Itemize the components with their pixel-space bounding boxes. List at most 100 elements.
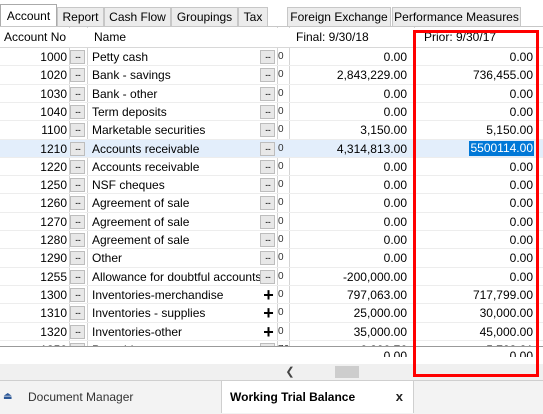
account-lookup-button[interactable]: ... [70, 178, 85, 193]
prior-cell[interactable]: 717,799.00 [418, 286, 537, 304]
account-name[interactable]: Marketable securities [88, 121, 260, 139]
account-lookup-button[interactable]: ... [70, 233, 85, 247]
account-name[interactable]: Accounts receivable [88, 158, 260, 176]
account-name[interactable]: Petty cash [88, 48, 260, 66]
scroll-thumb[interactable] [335, 366, 359, 378]
account-lookup-button[interactable]: ... [70, 159, 85, 174]
account-lookup-button[interactable]: ... [70, 287, 85, 302]
account-lookup-button[interactable]: ... [70, 214, 85, 229]
prior-cell[interactable]: 5,150.00 [418, 121, 537, 139]
name-lookup-button[interactable]: ... [260, 251, 275, 266]
account-number[interactable]: 1310 [0, 304, 69, 322]
tab-account[interactable]: Account [0, 4, 57, 27]
prior-cell[interactable]: 0.00 [418, 249, 537, 267]
account-number[interactable]: 1250 [0, 176, 69, 194]
tab-cash-flow[interactable]: Cash Flow [104, 7, 171, 26]
table-row[interactable]: 1280... Agreement of sale... 0 0.00 0.00 [0, 231, 543, 249]
prior-cell[interactable]: 0.00 [418, 194, 537, 212]
final-value[interactable]: 0.00 [290, 213, 411, 231]
account-lookup-button[interactable]: ... [70, 196, 85, 211]
tab-document-manager[interactable]: Document Manager [18, 381, 228, 413]
account-name[interactable]: Bank - other [88, 85, 260, 103]
account-number[interactable]: 1020 [0, 66, 69, 84]
account-number[interactable]: 1255 [0, 268, 69, 286]
plus-icon[interactable]: + [261, 323, 276, 341]
table-row[interactable]: 1250... NSF cheques... 0 0.00 0.00 [0, 176, 543, 194]
account-number[interactable]: 1290 [0, 249, 69, 267]
horizontal-scrollbar[interactable]: ❮ [0, 364, 543, 380]
prior-cell[interactable]: 0.00 [418, 213, 537, 231]
tab-working-trial-balance[interactable]: Working Trial Balance x [221, 381, 414, 413]
name-lookup-button[interactable]: ... [260, 141, 275, 156]
prior-cell[interactable]: 0.00 [418, 48, 537, 66]
final-value[interactable]: 0.00 [290, 103, 411, 121]
account-name[interactable]: Inventories - supplies [88, 304, 260, 322]
final-value[interactable]: 0.00 [290, 48, 411, 66]
table-row[interactable]: 1310... Inventories - supplies +0 25,000.00… [0, 304, 543, 322]
final-value[interactable]: 0.00 [290, 176, 411, 194]
table-row[interactable]: 1270... Agreement of sale... 0 0.00 0.00 [0, 213, 543, 231]
header-name[interactable]: Name [88, 28, 260, 46]
tab-foreign-exchange[interactable]: Foreign Exchange [287, 7, 391, 26]
account-name[interactable]: Inventories-other [88, 323, 260, 341]
tab-performance-measures[interactable]: Performance Measures [392, 7, 521, 26]
account-lookup-button[interactable]: ... [70, 123, 85, 138]
close-icon[interactable]: x [396, 381, 403, 413]
account-name[interactable]: Inventories-merchandise [88, 286, 260, 304]
account-number[interactable]: 1000 [0, 48, 69, 66]
table-row[interactable]: 1020... Bank - savings... 0 2,843,229.00 736… [0, 66, 543, 84]
table-row[interactable]: 1260... Agreement of sale... 0 0.00 0.00 [0, 194, 543, 212]
prior-cell[interactable]: 0.00 [418, 85, 537, 103]
account-name[interactable]: Bank - savings [88, 66, 260, 84]
account-lookup-button[interactable]: ... [70, 269, 85, 284]
account-number[interactable]: 1320 [0, 323, 69, 341]
final-value[interactable]: 35,000.00 [290, 323, 411, 341]
name-lookup-button[interactable]: ... [260, 196, 275, 211]
prior-cell[interactable]: 45,000.00 [418, 323, 537, 341]
account-lookup-button[interactable]: ... [70, 306, 85, 321]
account-number[interactable]: 1270 [0, 213, 69, 231]
final-value[interactable]: 0.00 [290, 231, 411, 249]
final-value[interactable]: 0.00 [290, 85, 411, 103]
tab-report[interactable]: Report [57, 7, 104, 26]
name-lookup-button[interactable]: ... [260, 104, 275, 119]
account-name[interactable]: Agreement of sale [88, 194, 260, 212]
final-value[interactable]: 3,150.00 [290, 121, 411, 139]
final-value[interactable]: 4,314,813.00 [290, 140, 411, 158]
eject-icon[interactable]: ⏏ [3, 392, 13, 402]
table-row[interactable]: 1000... Petty cash... 0 0.00 0.00 [0, 48, 543, 66]
account-number[interactable]: 1100 [0, 121, 69, 139]
account-number[interactable]: 1220 [0, 158, 69, 176]
table-row[interactable]: 1100... Marketable securities... 0 3,150.00… [0, 121, 543, 139]
table-row[interactable]: 1210... Accounts receivable... 0 4,314,813.… [0, 139, 543, 158]
account-lookup-button[interactable]: ... [70, 50, 85, 64]
account-lookup-button[interactable]: ... [70, 86, 85, 101]
table-row[interactable]: 1220... Accounts receivable... 0 0.00 0.00 [0, 158, 543, 176]
header-final[interactable]: Final: 9/30/18 [290, 28, 411, 46]
name-lookup-button[interactable]: ... [260, 269, 275, 284]
account-lookup-button[interactable]: ... [70, 104, 85, 119]
plus-icon[interactable]: + [261, 286, 276, 304]
table-row[interactable]: 1290... Other... 0 0.00 0.00 [0, 249, 543, 267]
account-name[interactable]: Agreement of sale [88, 213, 260, 231]
final-value[interactable]: 2,843,229.00 [290, 66, 411, 84]
account-lookup-button[interactable]: ... [70, 324, 85, 339]
account-number[interactable]: 1260 [0, 194, 69, 212]
prior-cell[interactable]: 0.00 [418, 103, 537, 121]
header-account-no[interactable]: Account No [0, 28, 69, 46]
name-lookup-button[interactable]: ... [260, 214, 275, 229]
scroll-left-icon[interactable]: ❮ [283, 364, 297, 380]
account-name[interactable]: Other [88, 249, 260, 267]
name-lookup-button[interactable]: ... [260, 233, 275, 247]
name-lookup-button[interactable]: ... [260, 178, 275, 193]
tab-tax[interactable]: Tax [238, 7, 268, 26]
header-prior[interactable]: Prior: 9/30/17 [418, 28, 537, 46]
account-name[interactable]: Term deposits [88, 103, 260, 121]
name-lookup-button[interactable]: ... [260, 68, 275, 83]
name-lookup-button[interactable]: ... [260, 159, 275, 174]
name-lookup-button[interactable]: ... [260, 50, 275, 64]
table-row[interactable]: 1300... Inventories-merchandise +0 797,063.… [0, 286, 543, 304]
prior-cell[interactable]: 0.00 [418, 158, 537, 176]
prior-cell[interactable]: 30,000.00 [418, 304, 537, 322]
account-number[interactable]: 1210 [0, 140, 69, 158]
